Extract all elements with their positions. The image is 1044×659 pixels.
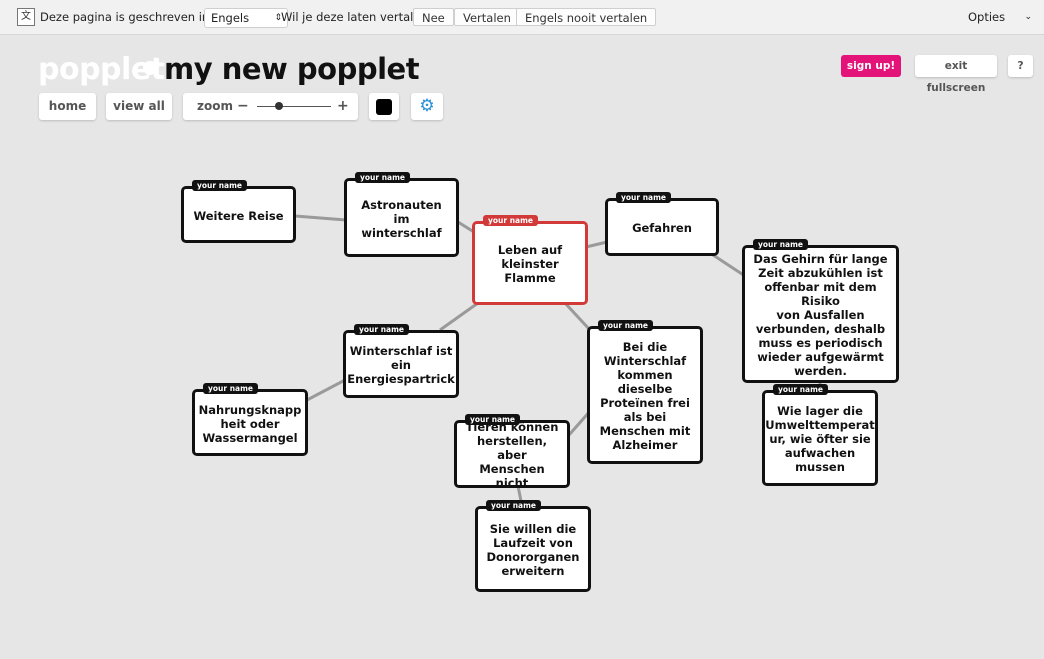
node-author-tag: your name — [355, 172, 410, 183]
connector — [585, 240, 608, 249]
node-author-tag: your name — [753, 239, 808, 250]
node-text: Wie lager die Umwelttemperat ur, wie öft… — [765, 404, 875, 474]
node-nahrungsknappheit[interactable]: your name Nahrungsknapp heit oder Wasser… — [192, 383, 308, 456]
node-text: Tieren können herstellen, aber Menschen … — [465, 420, 559, 490]
node-author-tag: your name — [203, 383, 258, 394]
node-author-tag: your name — [773, 384, 828, 395]
node-tieren-koennen[interactable]: your name Tieren können herstellen, aber… — [454, 414, 570, 490]
node-author-tag: your name — [616, 192, 671, 203]
node-text: Gefahren — [632, 221, 692, 235]
node-text: Leben auf kleinster Flamme — [497, 243, 563, 285]
node-umwelttemperatur[interactable]: your name Wie lager die Umwelttemperat u… — [762, 384, 878, 486]
connector — [306, 378, 346, 402]
connector — [709, 251, 746, 278]
node-text: Astronauten im winterschlaf — [361, 197, 442, 240]
node-bei-die-winterschlaf[interactable]: your name Bei die Winterschlaf kommen di… — [587, 320, 703, 464]
connector — [563, 301, 592, 332]
connector — [439, 301, 479, 332]
node-text: Sie willen die Laufzeit von Donororganen… — [486, 522, 580, 578]
node-text: Das Gehirn für lange Zeit abzukühlen ist… — [753, 252, 888, 378]
node-author-tag: your name — [483, 215, 538, 226]
node-leben-auf-kleinster-flamme[interactable]: your name Leben auf kleinster Flamme — [472, 215, 588, 305]
node-author-tag: your name — [192, 180, 247, 191]
node-text: Bei die Winterschlaf kommen dieselbe Pro… — [599, 340, 691, 452]
node-text: Weitere Reise — [193, 208, 284, 223]
node-author-tag: your name — [486, 500, 541, 511]
connector — [294, 214, 347, 222]
node-das-gehirn[interactable]: your name Das Gehirn für lange Zeit abzu… — [742, 239, 899, 383]
node-author-tag: your name — [354, 324, 409, 335]
node-winterschlaf-energiespartrick[interactable]: your name Winterschlaf ist ein Energiesp… — [343, 324, 459, 398]
node-text: Winterschlaf ist ein Energiespartrick — [347, 344, 455, 386]
node-weitere-reise[interactable]: your name Weitere Reise — [181, 180, 296, 243]
node-sie-willen[interactable]: your name Sie willen die Laufzeit von Do… — [475, 500, 591, 592]
node-author-tag: your name — [598, 320, 653, 331]
node-author-tag: your name — [465, 414, 520, 425]
popplet-page: 文 Deze pagina is geschreven in het Engel… — [0, 0, 1044, 659]
node-gefahren[interactable]: your name Gefahren — [605, 192, 719, 256]
node-text: Nahrungsknapp heit oder Wassermangel — [198, 402, 302, 445]
node-astronauten[interactable]: your name Astronauten im winterschlaf — [344, 172, 459, 257]
